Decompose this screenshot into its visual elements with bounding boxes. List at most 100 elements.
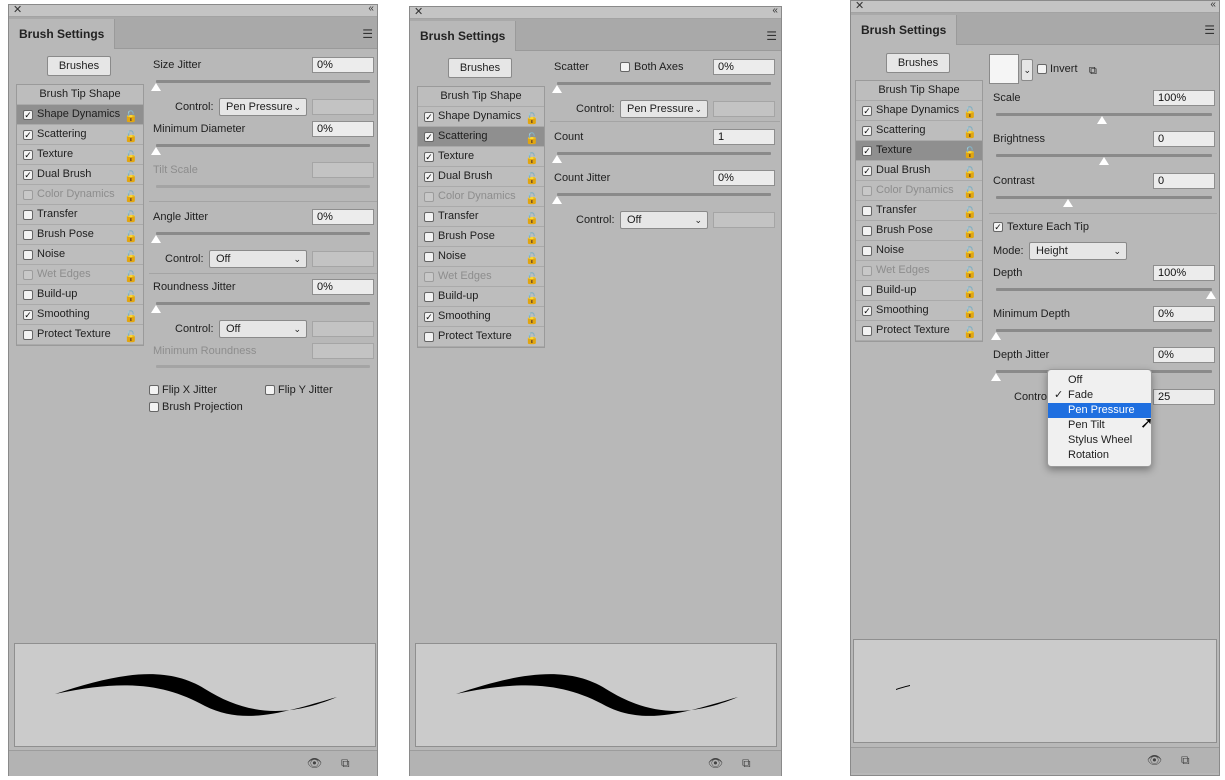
checkbox[interactable]: ✓ [23,110,33,120]
depth-jitter-field[interactable]: 0% [1153,347,1215,363]
brush-projection-checkbox[interactable] [149,402,159,412]
minimum-diameter-slider[interactable] [156,144,370,147]
list-item-transfer[interactable]: Transfer 🔓 [17,205,143,225]
slider-thumb[interactable] [151,83,161,91]
checkbox[interactable]: ✓ [424,152,434,162]
list-item-noise[interactable]: Noise 🔓 [856,241,982,261]
list-item-protect-texture[interactable]: Protect Texture 🔓 [856,321,982,341]
list-item-brush-pose[interactable]: Brush Pose 🔓 [418,227,544,247]
control-select[interactable]: Pen Pressure ⌄ [620,100,708,118]
checkbox[interactable] [862,286,872,296]
list-item-protect-texture[interactable]: Protect Texture 🔓 [17,325,143,345]
list-item-brush-pose[interactable]: Brush Pose 🔓 [17,225,143,245]
panel-menu-icon[interactable]: ☰ [1204,23,1215,37]
roundness-jitter-slider[interactable] [156,302,370,305]
checkbox[interactable] [424,332,434,342]
brushes-button[interactable]: Brushes [448,58,512,78]
slider-thumb[interactable] [1206,291,1216,299]
checkbox[interactable] [23,290,33,300]
list-item-transfer[interactable]: Transfer 🔓 [856,201,982,221]
create-new-brush-icon[interactable]: ⧉ [742,756,751,771]
checkbox[interactable] [424,292,434,302]
control-select[interactable]: Off ⌄ [620,211,708,229]
list-item-dual-brush[interactable]: ✓ Dual Brush 🔓 [418,167,544,187]
checkbox[interactable]: ✓ [23,150,33,160]
list-item-build-up[interactable]: Build-up 🔓 [418,287,544,307]
toggle-preview-icon[interactable]: 👁 [307,756,322,770]
slider-thumb[interactable] [991,332,1001,340]
minimum-diameter-field[interactable]: 0% [312,121,374,137]
close-icon[interactable]: ✕ [855,0,864,12]
brushes-button[interactable]: Brushes [886,53,950,73]
panel-titlebar[interactable]: ✕ ‹‹ [851,0,1219,13]
checkbox[interactable]: ✓ [424,172,434,182]
brushes-button[interactable]: Brushes [47,56,111,76]
checkbox[interactable] [23,210,33,220]
flip-y-checkbox[interactable] [265,385,275,395]
list-item-brush-pose[interactable]: Brush Pose 🔓 [856,221,982,241]
lock-icon[interactable]: 🔓 [124,328,138,347]
tab-brush-settings[interactable]: Brush Settings [9,19,116,49]
list-item-texture[interactable]: ✓ Texture 🔓 [418,147,544,167]
list-item-scattering[interactable]: ✓ Scattering 🔓 [17,125,143,145]
count-field[interactable]: 1 [713,129,775,145]
list-item-protect-texture[interactable]: Protect Texture 🔓 [418,327,544,347]
list-item-smoothing[interactable]: ✓ Smoothing 🔓 [418,307,544,327]
list-item-smoothing[interactable]: ✓ Smoothing 🔓 [17,305,143,325]
list-item-build-up[interactable]: Build-up 🔓 [17,285,143,305]
list-item-transfer[interactable]: Transfer 🔓 [418,207,544,227]
toggle-preview-icon[interactable]: 👁 [708,756,723,770]
checkbox[interactable]: ✓ [23,130,33,140]
slider-thumb[interactable] [991,373,1001,381]
slider-thumb[interactable] [1099,157,1109,165]
slider-thumb[interactable] [552,85,562,93]
contrast-field[interactable]: 0 [1153,173,1215,189]
slider-thumb[interactable] [552,155,562,163]
brightness-field[interactable]: 0 [1153,131,1215,147]
list-item-dual-brush[interactable]: ✓ Dual Brush 🔓 [856,161,982,181]
list-item-brush-tip-shape[interactable]: Brush Tip Shape [856,81,982,101]
list-item-scattering[interactable]: ✓ Scattering 🔓 [856,121,982,141]
list-item-shape-dynamics[interactable]: ✓ Shape Dynamics 🔓 [418,107,544,127]
dropdown-option-fade[interactable]: ✓ Fade [1048,388,1151,403]
tab-brush-settings[interactable]: Brush Settings [410,21,517,51]
checkbox[interactable] [424,252,434,262]
scatter-slider[interactable] [557,82,771,85]
texture-picker-dropdown[interactable]: ⌄ [1021,59,1033,81]
count-jitter-field[interactable]: 0% [713,170,775,186]
checkbox[interactable]: ✓ [862,106,872,116]
count-jitter-slider[interactable] [557,193,771,196]
list-item-scattering[interactable]: ✓ Scattering 🔓 [418,127,544,147]
dropdown-option-stylus-wheel[interactable]: Stylus Wheel [1048,433,1151,448]
control-select[interactable]: Off ⌄ [209,250,307,268]
checkbox[interactable] [862,206,872,216]
checkbox[interactable]: ✓ [424,312,434,322]
checkbox[interactable] [862,326,872,336]
dropdown-option-pen-tilt[interactable]: Pen Tilt [1048,418,1151,433]
dropdown-option-off[interactable]: Off [1048,373,1151,388]
lock-icon[interactable]: 🔓 [963,324,977,343]
list-item-brush-tip-shape[interactable]: Brush Tip Shape [17,85,143,105]
control-value-field[interactable]: 25 [1153,389,1215,405]
list-item-noise[interactable]: Noise 🔓 [418,247,544,267]
control-select[interactable]: Off ⌄ [219,320,307,338]
collapse-icon[interactable]: ‹‹ [772,5,778,16]
count-slider[interactable] [557,152,771,155]
checkbox[interactable] [862,226,872,236]
panel-titlebar[interactable]: ✕ ‹‹ [9,3,377,17]
slider-thumb[interactable] [151,235,161,243]
list-item-texture[interactable]: ✓ Texture 🔓 [17,145,143,165]
dropdown-option-rotation[interactable]: Rotation [1048,448,1151,463]
invert-checkbox[interactable] [1037,64,1047,74]
scatter-field[interactable]: 0% [713,59,775,75]
collapse-icon[interactable]: ‹‹ [368,3,374,14]
control-select[interactable]: Pen Pressure ⌄ [219,98,307,116]
toggle-preview-icon[interactable]: 👁 [1147,753,1162,767]
slider-thumb[interactable] [151,305,161,313]
minimum-depth-slider[interactable] [996,329,1212,332]
roundness-jitter-field[interactable]: 0% [312,279,374,295]
texture-each-tip-checkbox[interactable]: ✓ [993,222,1003,232]
list-item-brush-tip-shape[interactable]: Brush Tip Shape [418,87,544,107]
create-new-brush-icon[interactable]: ⧉ [1181,753,1190,768]
lock-icon[interactable]: 🔓 [525,330,539,349]
